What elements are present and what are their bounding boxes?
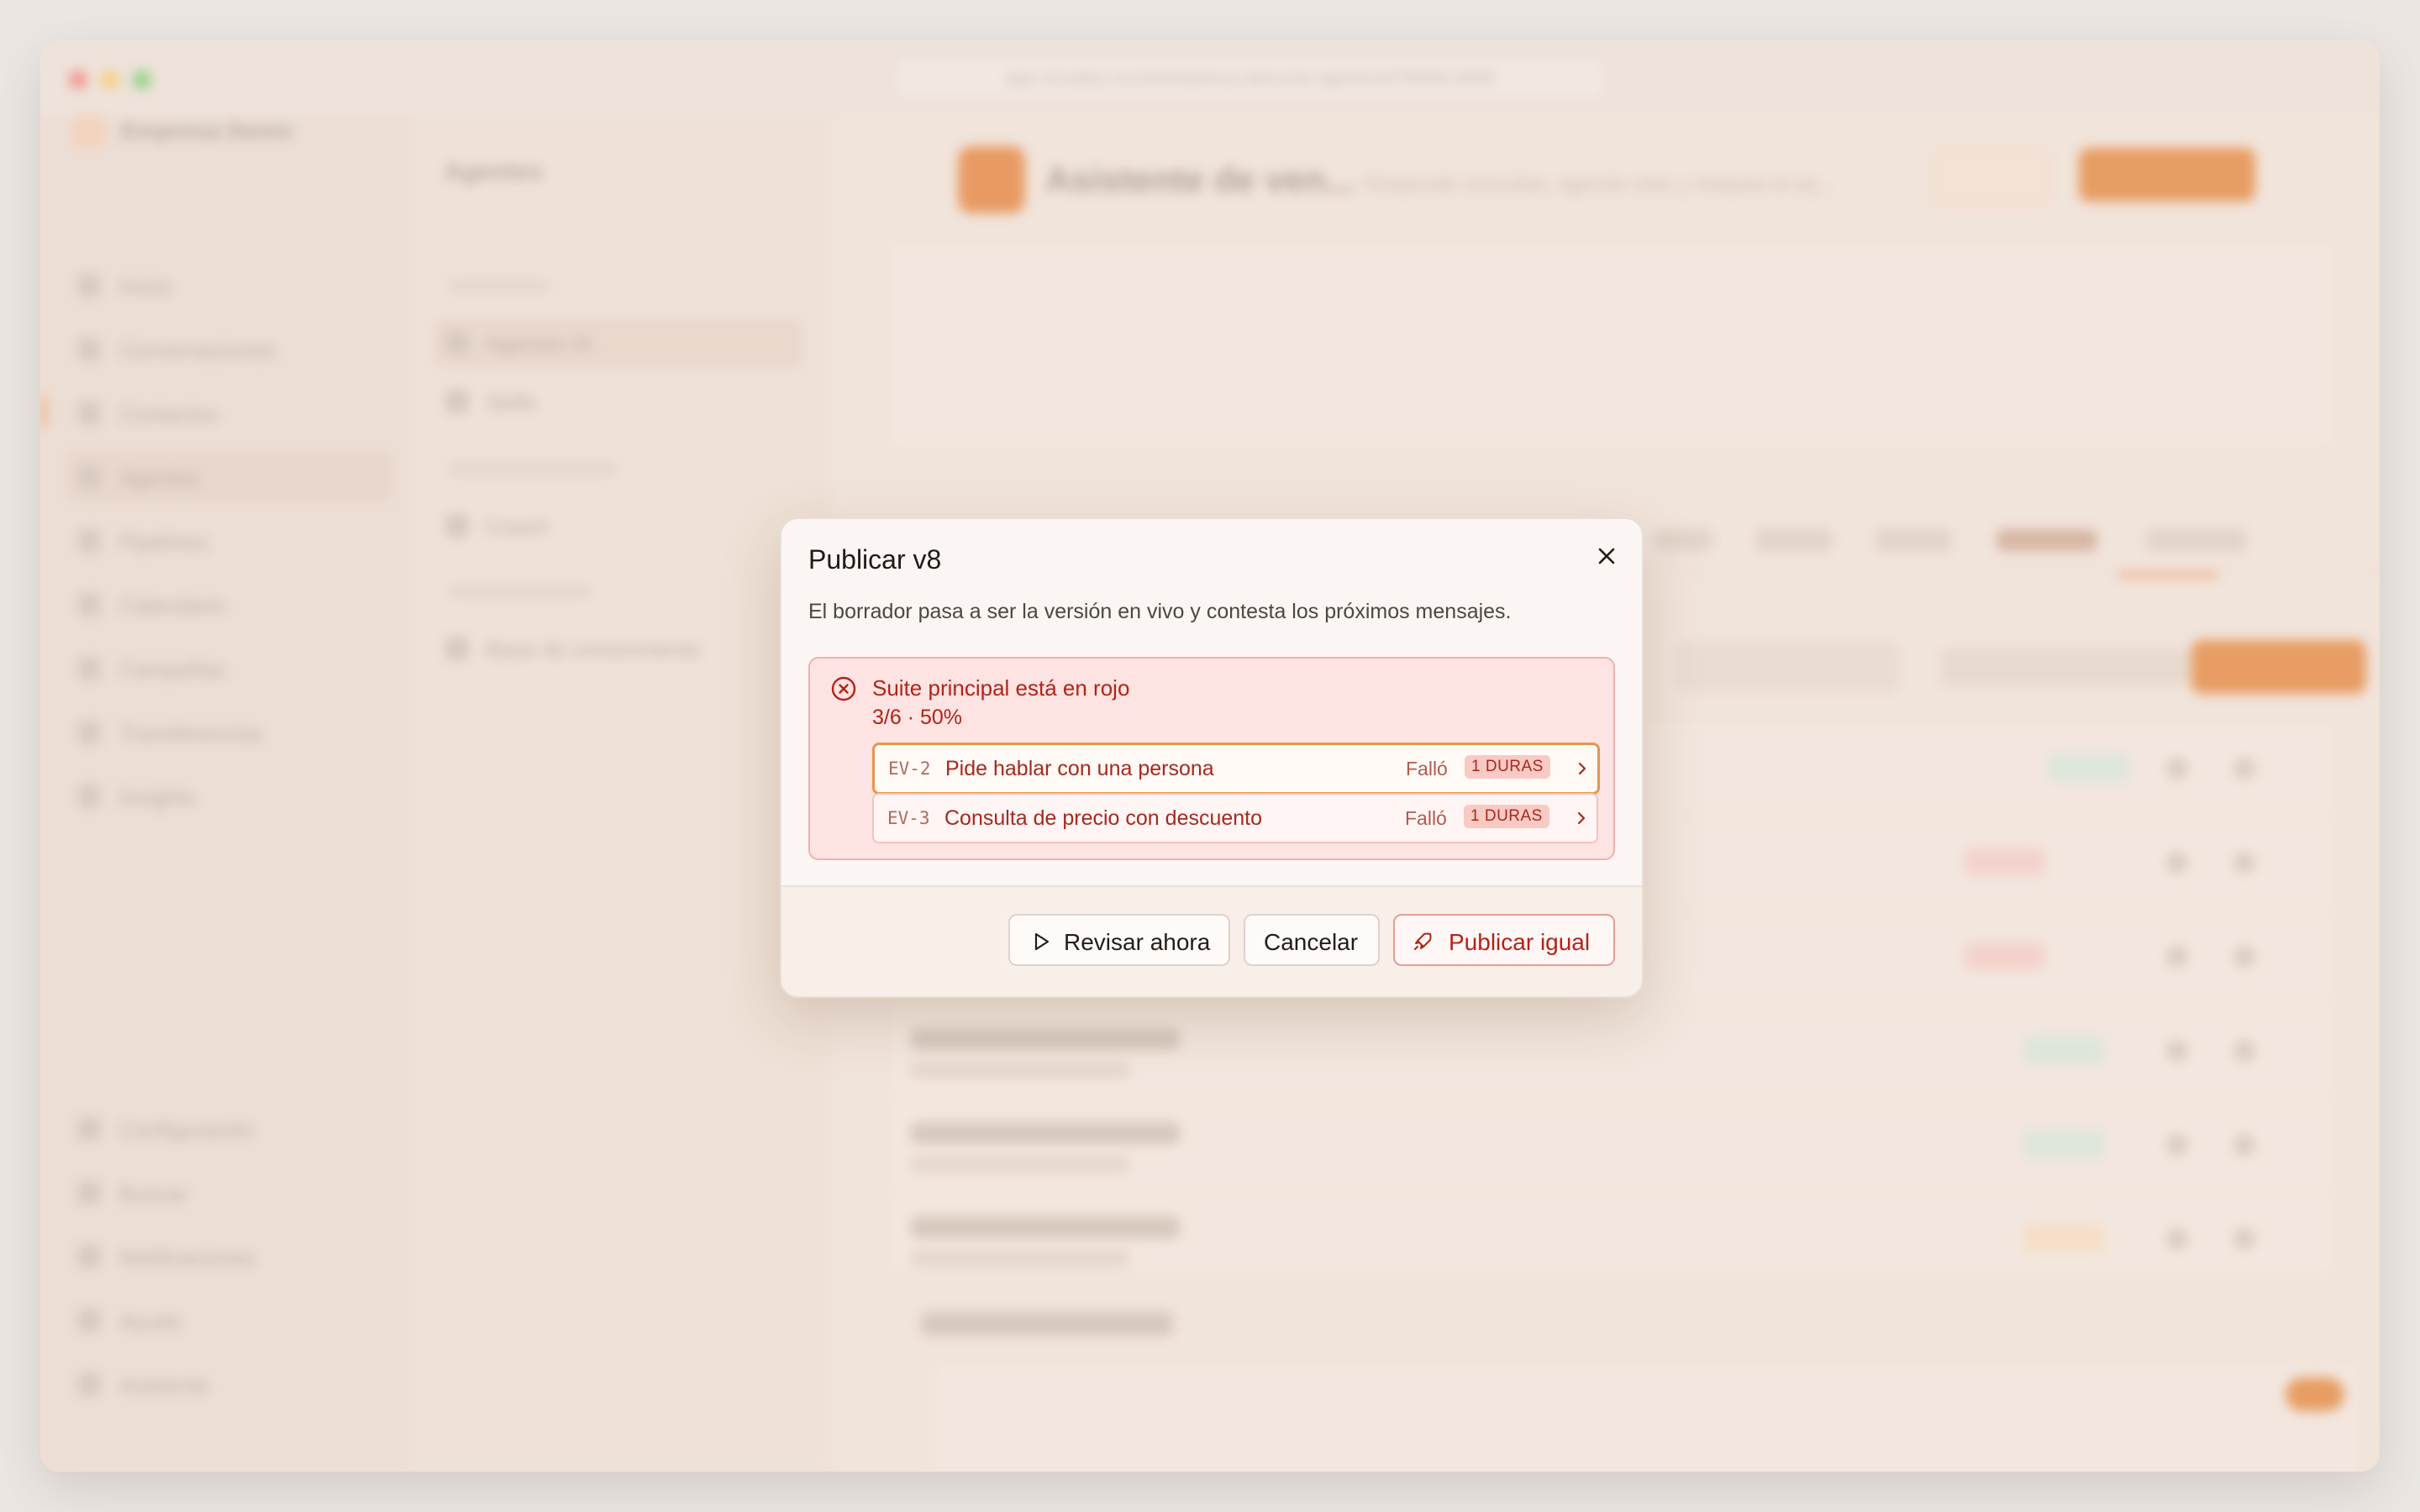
- close-dialog-button[interactable]: [1591, 541, 1622, 571]
- hard-fail-badge: 1 DURAS: [1465, 755, 1550, 779]
- x-circle-icon: [831, 676, 856, 701]
- close-icon: [1598, 548, 1615, 564]
- eval-id: EV-3: [887, 808, 930, 828]
- button-label: Revisar ahora: [1064, 929, 1211, 955]
- button-label: Publicar igual: [1449, 929, 1591, 955]
- chevron-right-icon: [1577, 811, 1586, 825]
- dialog-title: Publicar v8: [808, 544, 942, 575]
- chevron-right-icon: [1578, 762, 1586, 775]
- eval-name: Consulta de precio con descuento: [944, 806, 1263, 830]
- alert-score: 3/6 · 50%: [872, 706, 963, 729]
- rocket-icon: [1414, 932, 1432, 950]
- publish-dialog: Publicar v8 El borrador pasa a ser la ve…: [780, 517, 1644, 998]
- eval-name: Pide hablar con una persona: [945, 757, 1214, 780]
- failed-eval-row[interactable]: EV-3 Consulta de precio con descuento Fa…: [872, 793, 1598, 843]
- dialog-description: El borrador pasa a ser la versión en viv…: [808, 600, 1512, 623]
- alert-title: Suite principal está en rojo: [872, 675, 1130, 701]
- publish-anyway-button[interactable]: Publicar igual: [1393, 914, 1615, 966]
- button-label: Cancelar: [1264, 929, 1359, 955]
- eval-status: Falló: [1405, 807, 1447, 829]
- cancel-button[interactable]: Cancelar: [1244, 914, 1380, 966]
- review-now-button[interactable]: Revisar ahora: [1008, 914, 1230, 966]
- failed-eval-row[interactable]: EV-2 Pide hablar con una persona Falló 1…: [872, 743, 1600, 795]
- eval-status: Falló: [1406, 758, 1448, 780]
- play-icon: [1034, 932, 1050, 951]
- suite-failure-alert: Suite principal está en rojo 3/6 · 50% E…: [808, 657, 1615, 860]
- eval-id: EV-2: [888, 759, 931, 779]
- dialog-footer: Revisar ahora Cancelar Publicar igual: [781, 885, 1642, 996]
- hard-fail-badge: 1 DURAS: [1464, 805, 1549, 828]
